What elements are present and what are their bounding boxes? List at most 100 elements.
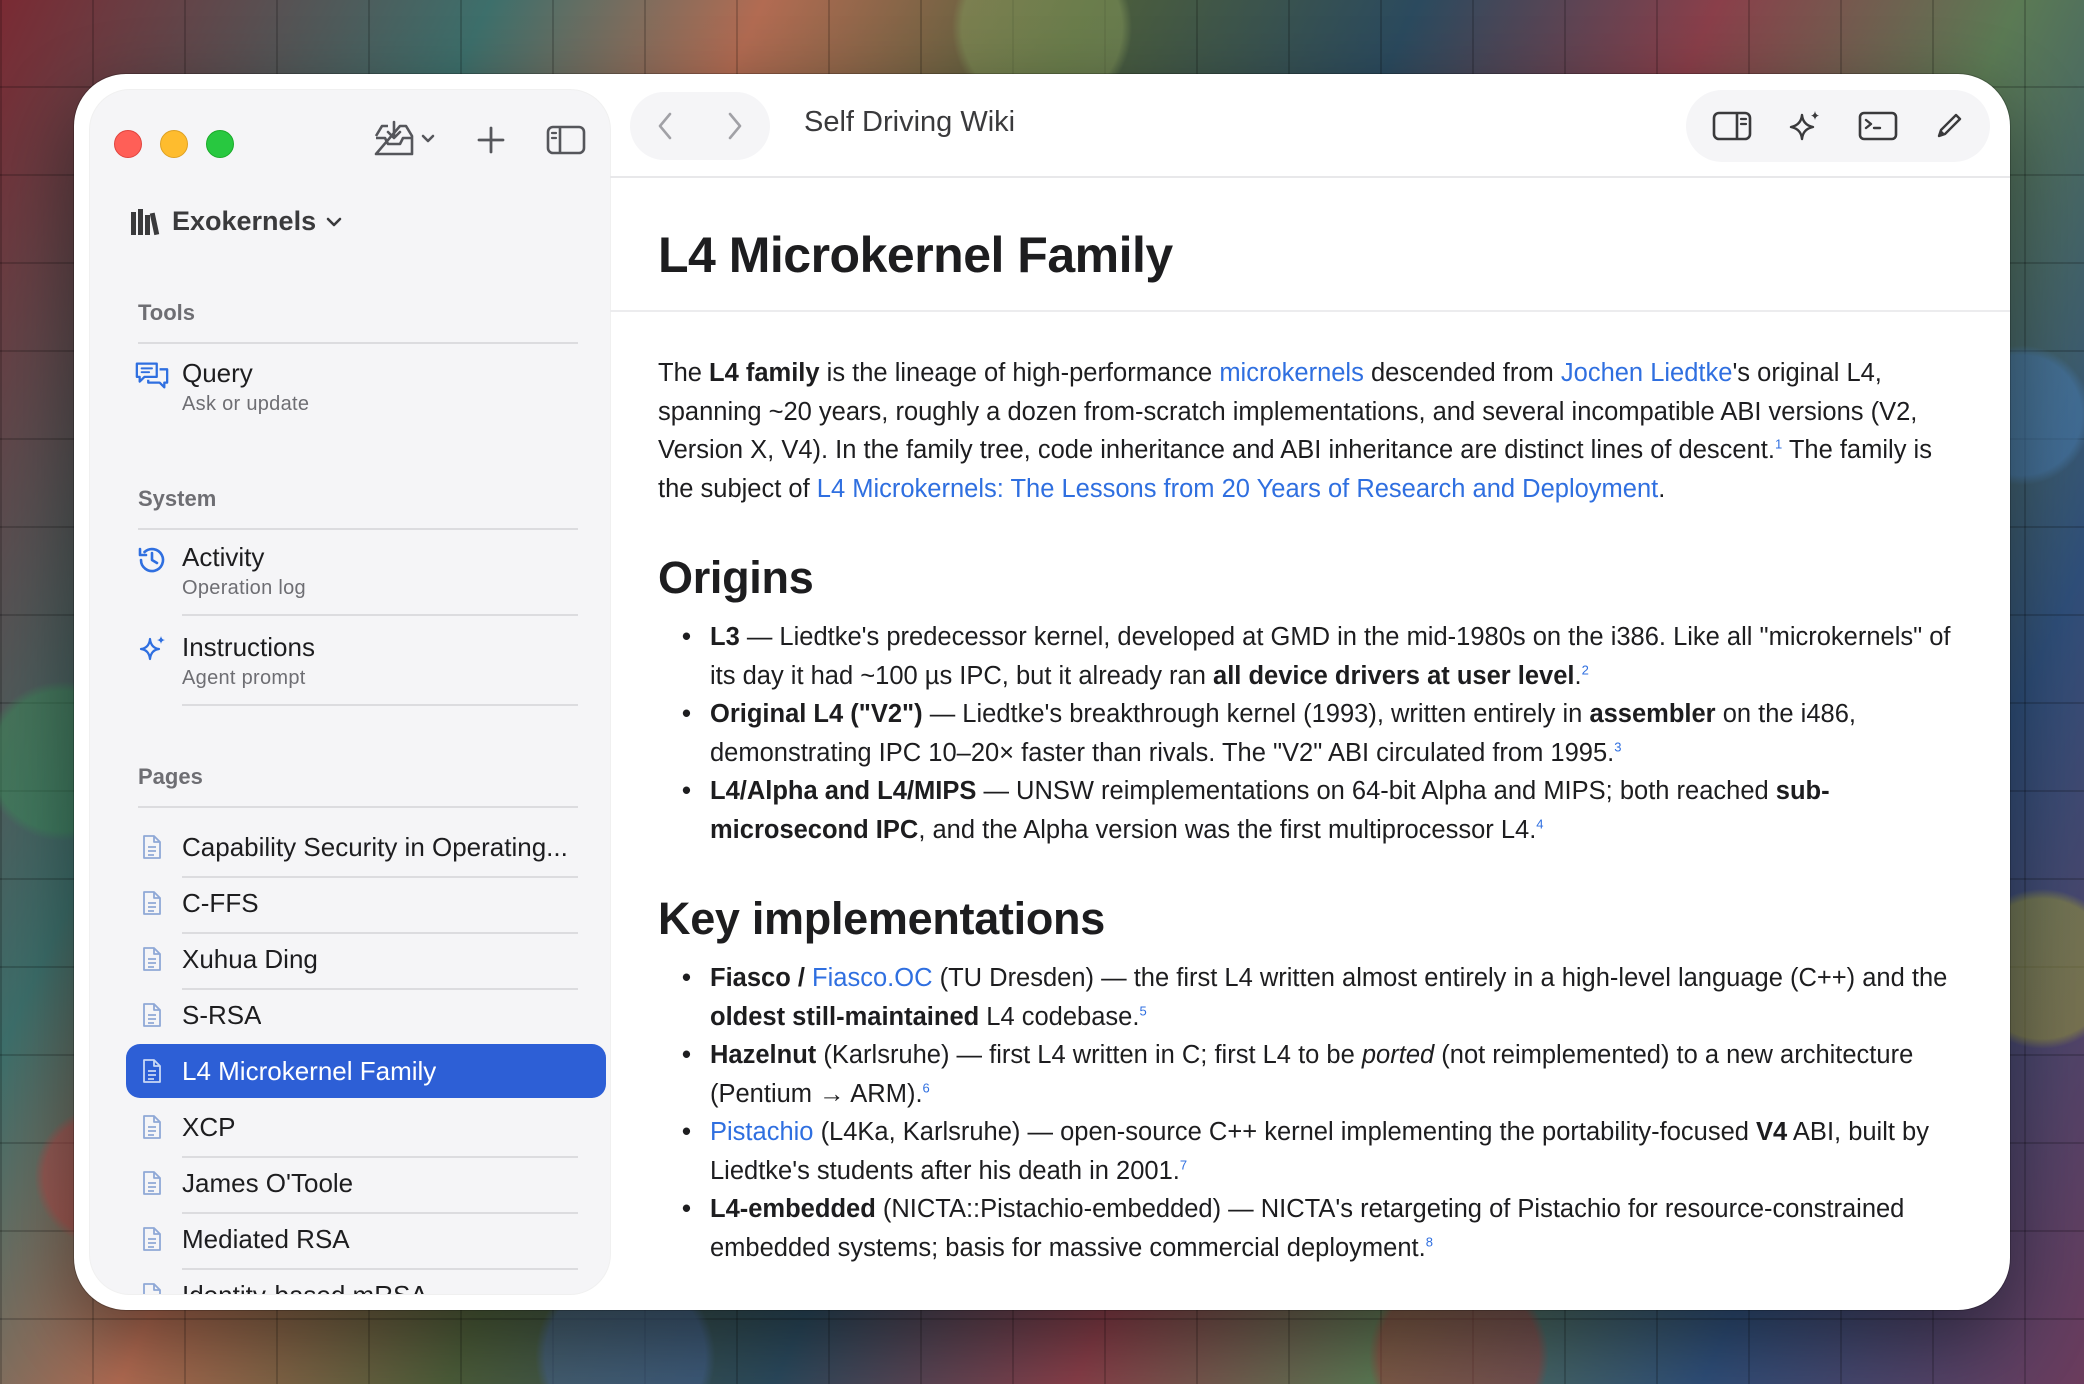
bold-text: Fiasco / bbox=[710, 964, 813, 992]
link-pistachio[interactable]: Pistachio bbox=[710, 1118, 813, 1146]
bold-text: L4-embedded bbox=[710, 1195, 876, 1223]
document-icon bbox=[143, 1059, 161, 1083]
document-icon bbox=[143, 1171, 161, 1195]
sidebar-item-instructions[interactable]: Instructions Agent prompt bbox=[134, 632, 578, 690]
text: (Karlsruhe) — first L4 written in C; fir… bbox=[816, 1041, 1362, 1069]
origins-list: L3 — Liedtke's predecessor kernel, devel… bbox=[658, 618, 1958, 849]
books-icon bbox=[131, 208, 160, 235]
page-label: Mediated RSA bbox=[182, 1223, 350, 1254]
terminal-button[interactable] bbox=[1858, 111, 1898, 141]
list-item: Pistachio (L4Ka, Karlsruhe) — open-sourc… bbox=[658, 1113, 1958, 1190]
navigation-pill bbox=[630, 92, 770, 160]
sidebar-page-item[interactable]: S-RSA bbox=[126, 988, 606, 1042]
bold-text: oldest still-maintained bbox=[710, 1002, 980, 1031]
italic-text: ported bbox=[1361, 1041, 1435, 1069]
bold-text: assembler bbox=[1589, 700, 1716, 728]
inbox-download-icon bbox=[374, 120, 435, 156]
forward-button[interactable] bbox=[725, 110, 745, 142]
toggle-sidebar-button[interactable] bbox=[546, 125, 586, 155]
divider bbox=[138, 806, 578, 808]
section-heading-origins: Origins bbox=[658, 552, 814, 603]
text: (L4Ka, Karlsruhe) — open-source C++ kern… bbox=[813, 1118, 1757, 1146]
section-heading-key-implementations: Key implementations bbox=[658, 893, 1105, 944]
sidebar-page-item[interactable]: Identity-based mRSA bbox=[126, 1268, 606, 1294]
chat-bubbles-icon bbox=[135, 362, 169, 389]
sidebar-page-item[interactable]: XCP bbox=[126, 1100, 606, 1154]
activity-subtitle: Operation log bbox=[182, 577, 306, 599]
toggle-inspector-button[interactable] bbox=[1712, 111, 1752, 141]
page-label: S-RSA bbox=[182, 999, 262, 1030]
sidebar-page-item[interactable]: Xuhua Ding bbox=[126, 932, 606, 986]
text: descended from bbox=[1363, 359, 1561, 387]
minimize-window-button[interactable] bbox=[160, 130, 188, 158]
list-item: L4-embedded (NICTA::Pistachio-embedded) … bbox=[658, 1190, 1958, 1267]
sidebar: Exokernels Tools Query Ask or update Sys… bbox=[90, 90, 610, 1294]
text: L4 codebase. bbox=[979, 1002, 1140, 1031]
window-controls bbox=[114, 130, 234, 158]
actions-pill bbox=[1686, 90, 1990, 162]
footnote-ref[interactable]: 2 bbox=[1582, 662, 1589, 677]
app-window: Exokernels Tools Query Ask or update Sys… bbox=[74, 74, 2010, 1310]
system-section-title: System bbox=[138, 486, 217, 511]
sidebar-page-item[interactable]: Capability Security in Operating... bbox=[126, 820, 606, 874]
link-microkernels[interactable]: microkernels bbox=[1219, 359, 1364, 387]
document-icon bbox=[143, 1227, 161, 1251]
link-jochen-liedtke[interactable]: Jochen Liedtke bbox=[1561, 359, 1733, 387]
list-item: Hazelnut (Karlsruhe) — first L4 written … bbox=[658, 1036, 1958, 1113]
chevron-down-icon bbox=[326, 217, 342, 226]
zoom-window-button[interactable] bbox=[206, 130, 234, 158]
sidebar-item-query[interactable]: Query Ask or update bbox=[134, 358, 578, 416]
pencil-icon bbox=[1937, 113, 1962, 138]
footnote-ref[interactable]: 6 bbox=[923, 1080, 930, 1095]
text: (NICTA::Pistachio-embedded) — NICTA's re… bbox=[710, 1195, 1905, 1262]
bold-text: all device drivers at user level bbox=[1213, 661, 1575, 690]
chevron-left-icon bbox=[658, 112, 672, 140]
bold-text: L3 bbox=[710, 623, 740, 651]
implementations-list: Fiasco / Fiasco.OC (TU Dresden) — the fi… bbox=[658, 959, 1958, 1267]
sidebar-page-item[interactable]: C-FFS bbox=[126, 876, 606, 930]
inbox-menu-button[interactable] bbox=[370, 120, 436, 160]
history-clock-icon bbox=[138, 547, 165, 573]
query-title: Query bbox=[182, 358, 253, 388]
document-icon bbox=[143, 1003, 161, 1027]
bold-text: V4 bbox=[1756, 1118, 1788, 1146]
page-label: Identity-based mRSA bbox=[182, 1280, 428, 1295]
bold-text: Hazelnut bbox=[710, 1041, 817, 1069]
footnote-ref[interactable]: 4 bbox=[1536, 816, 1543, 831]
sidebar-page-item[interactable]: Mediated RSA bbox=[126, 1212, 606, 1266]
instructions-title: Instructions bbox=[182, 632, 315, 662]
new-page-button[interactable] bbox=[476, 125, 506, 155]
ai-assist-button[interactable] bbox=[1788, 109, 1822, 143]
divider bbox=[182, 704, 578, 706]
document-icon bbox=[143, 835, 161, 859]
link-fiasco-oc[interactable]: Fiasco.OC bbox=[812, 964, 932, 992]
link-l4-lessons-paper[interactable]: L4 Microkernels: The Lessons from 20 Yea… bbox=[817, 475, 1658, 503]
document-icon bbox=[143, 891, 161, 915]
sidebar-page-item[interactable]: James O'Toole bbox=[126, 1156, 606, 1210]
list-item: L4/Alpha and L4/MIPS — UNSW reimplementa… bbox=[658, 772, 1958, 849]
document-icon bbox=[143, 1283, 161, 1294]
document-icon bbox=[143, 947, 161, 971]
text: is the lineage of high-performance bbox=[819, 359, 1220, 387]
library-name: Exokernels bbox=[172, 206, 317, 236]
article-body: The L4 family is the lineage of high-per… bbox=[658, 354, 1958, 1267]
library-switcher[interactable]: Exokernels bbox=[130, 206, 342, 237]
sidebar-item-activity[interactable]: Activity Operation log bbox=[134, 542, 578, 600]
intro-paragraph: The L4 family is the lineage of high-per… bbox=[658, 354, 1958, 508]
terminal-icon bbox=[1858, 111, 1898, 141]
footnote-ref[interactable]: 3 bbox=[1614, 739, 1621, 754]
text: — UNSW reimplementations on 64-bit Alpha… bbox=[976, 777, 1776, 805]
footnote-ref[interactable]: 8 bbox=[1426, 1234, 1433, 1249]
back-button[interactable] bbox=[655, 110, 675, 142]
footnote-ref[interactable]: 7 bbox=[1180, 1157, 1187, 1172]
toolbar: Self Driving Wiki bbox=[610, 74, 2010, 178]
document-icon bbox=[143, 1115, 161, 1139]
inspector-panel-icon bbox=[1712, 111, 1752, 141]
sidebar-page-item-active[interactable]: L4 Microkernel Family bbox=[126, 1044, 606, 1098]
text: (TU Dresden) — the first L4 written almo… bbox=[932, 964, 1948, 992]
footnote-ref[interactable]: 5 bbox=[1139, 1003, 1146, 1018]
sidebar-toolbar bbox=[370, 120, 586, 160]
edit-button[interactable] bbox=[1934, 111, 1964, 141]
divider bbox=[138, 342, 578, 344]
close-window-button[interactable] bbox=[114, 130, 142, 158]
